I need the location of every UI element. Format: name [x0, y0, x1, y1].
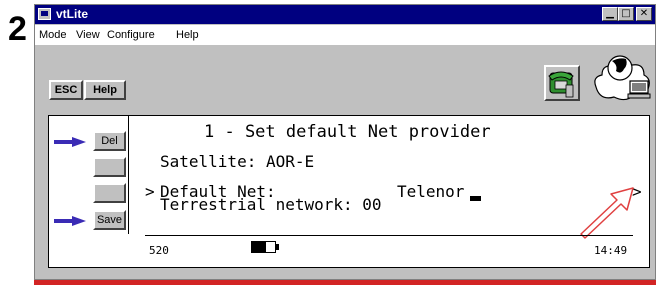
maximize-button[interactable]: □	[618, 7, 634, 21]
menu-bar: Mode View Configure Help	[35, 25, 655, 45]
text-cursor	[470, 196, 481, 201]
battery-icon	[251, 241, 279, 253]
status-clock: 14:49	[594, 244, 628, 257]
status-value: 520	[149, 244, 169, 257]
step-number: 2	[8, 10, 27, 48]
softkey-button-2[interactable]	[93, 157, 126, 177]
default-net-value[interactable]: Telenor	[397, 182, 464, 201]
minimize-button[interactable]: ▁	[602, 7, 618, 21]
window-title: vtLite	[56, 7, 89, 21]
softkey-column: Del Save	[49, 116, 129, 234]
selection-cursor: >	[145, 182, 155, 201]
menu-mode[interactable]: Mode	[39, 29, 67, 41]
terrestrial-network-line: Terrestrial network: 00	[160, 195, 382, 214]
satellite-line: Satellite: AOR-E	[160, 152, 315, 171]
menu-help[interactable]: Help	[176, 29, 199, 41]
status-divider	[145, 235, 633, 236]
save-button[interactable]: Save	[93, 210, 126, 230]
phone-icon[interactable]	[544, 65, 580, 101]
app-icon[interactable]	[38, 8, 51, 20]
device-screen-panel: Del Save 1 - Set default Net provider Sa…	[48, 115, 650, 268]
app-window: vtLite ▁ □ ✕ Mode View Configure Help ES…	[34, 4, 656, 280]
network-globe-icon[interactable]	[590, 51, 654, 105]
pointer-arrow-icon	[54, 137, 86, 147]
help-button[interactable]: Help	[84, 80, 126, 100]
title-bar[interactable]: vtLite ▁ □ ✕	[35, 5, 655, 24]
menu-configure[interactable]: Configure	[107, 29, 155, 41]
menu-view[interactable]: View	[76, 29, 100, 41]
pointer-arrow-icon	[54, 216, 86, 226]
hint-arrow-icon	[580, 187, 634, 239]
softkey-button-3[interactable]	[93, 183, 126, 203]
del-button[interactable]: Del	[93, 131, 126, 151]
close-button[interactable]: ✕	[636, 7, 652, 21]
screen-title: 1 - Set default Net provider	[204, 122, 491, 142]
bottom-stripe	[34, 280, 656, 285]
esc-button[interactable]: ESC	[49, 80, 83, 100]
